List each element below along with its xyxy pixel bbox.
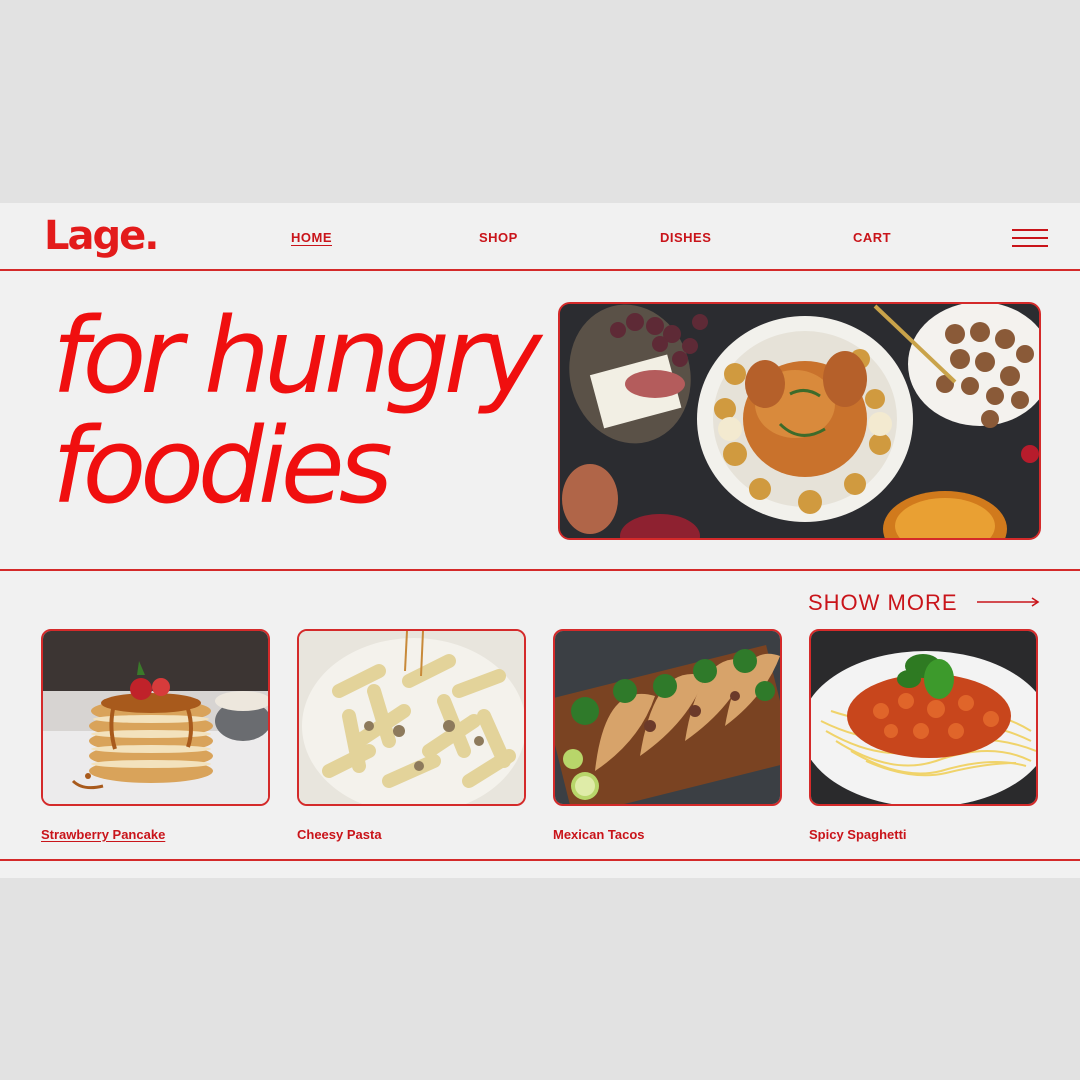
dish-card-cheesy-pasta[interactable] — [297, 629, 526, 806]
nav-dishes[interactable]: DISHES — [660, 230, 711, 245]
roast-chicken-feast-image — [560, 304, 1039, 538]
tacos-image — [555, 631, 780, 804]
dish-card-spicy-spaghetti[interactable] — [809, 629, 1038, 806]
dish-label-strawberry-pancake[interactable]: Strawberry Pancake — [41, 827, 165, 842]
dish-label-spicy-spaghetti[interactable]: Spicy Spaghetti — [809, 827, 907, 842]
brand-logo[interactable]: Lage. — [44, 213, 159, 259]
dish-label-mexican-tacos[interactable]: Mexican Tacos — [553, 827, 645, 842]
landing-page: Lage. HOME SHOP DISHES CART for hungry f… — [0, 203, 1080, 878]
spaghetti-image — [811, 631, 1036, 804]
hero-image — [558, 302, 1041, 540]
dish-card-strawberry-pancake[interactable] — [41, 629, 270, 806]
bottom-divider — [0, 859, 1080, 861]
hero-headline: for hungry foodies — [52, 295, 542, 527]
hero-line-1: for hungry — [52, 295, 542, 417]
nav-cart[interactable]: CART — [853, 230, 891, 245]
section-divider — [0, 569, 1080, 571]
nav-home[interactable]: HOME — [291, 230, 332, 245]
dish-label-cheesy-pasta[interactable]: Cheesy Pasta — [297, 827, 382, 842]
long-right-arrow-icon[interactable] — [977, 595, 1041, 609]
dish-card-mexican-tacos[interactable] — [553, 629, 782, 806]
top-nav: Lage. HOME SHOP DISHES CART — [0, 203, 1080, 271]
show-more-link[interactable]: SHOW MORE — [808, 590, 958, 616]
pancake-image — [43, 631, 268, 804]
hero-line-2: foodies — [52, 405, 393, 527]
pasta-image — [299, 631, 524, 804]
hamburger-menu-icon[interactable] — [1012, 227, 1048, 249]
nav-shop[interactable]: SHOP — [479, 230, 518, 245]
